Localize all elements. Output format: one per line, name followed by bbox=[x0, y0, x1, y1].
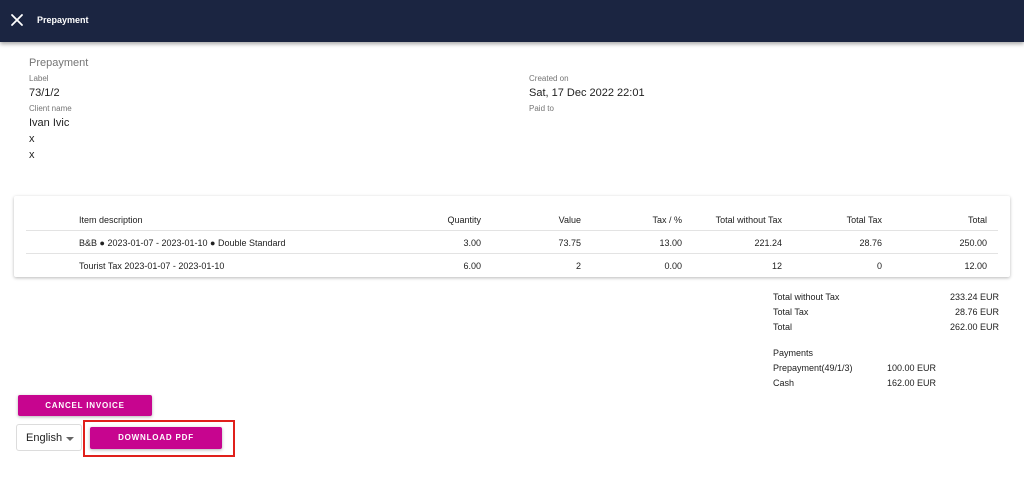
payment-label: Prepayment(49/1/3) bbox=[773, 363, 853, 373]
table-header-row: Item description Quantity Value Tax / % … bbox=[26, 209, 998, 231]
label-value: 73/1/2 bbox=[29, 87, 60, 99]
item-total-without-tax: 221.24 bbox=[754, 238, 782, 248]
table-row: B&B ● 2023-01-07 - 2023-01-10 ● Double S… bbox=[26, 232, 998, 254]
item-quantity: 6.00 bbox=[463, 261, 481, 271]
column-header: Tax / % bbox=[652, 215, 682, 225]
item-description: Tourist Tax 2023-01-07 - 2023-01-10 bbox=[79, 261, 225, 271]
item-total-tax: 0 bbox=[876, 261, 882, 271]
payment-row: Cash 162.00 EUR bbox=[773, 376, 943, 391]
created-on-caption: Created on bbox=[529, 74, 569, 83]
download-pdf-button[interactable]: DOWNLOAD PDF bbox=[90, 427, 222, 449]
language-selected-value: English bbox=[26, 432, 63, 444]
label-caption: Label bbox=[29, 74, 49, 83]
payment-value: 100.00 EUR bbox=[887, 363, 937, 373]
column-header: Total bbox=[967, 215, 987, 225]
page-title: Prepayment bbox=[37, 15, 89, 25]
payments-title-row: Payments bbox=[773, 346, 943, 361]
column-header: Value bbox=[558, 215, 581, 225]
client-name-value: Ivan Ivic bbox=[29, 117, 70, 129]
app-header: Prepayment bbox=[0, 0, 1024, 42]
item-total: 12.00 bbox=[964, 261, 987, 271]
item-quantity: 3.00 bbox=[463, 238, 481, 248]
totals-row: Total 262.00 EUR bbox=[773, 320, 999, 335]
column-header: Quantity bbox=[447, 215, 481, 225]
client-name-caption: Client name bbox=[29, 104, 72, 113]
section-title: Prepayment bbox=[29, 57, 89, 69]
table-row: Tourist Tax 2023-01-07 - 2023-01-10 6.00… bbox=[26, 255, 998, 277]
item-description: B&B ● 2023-01-07 - 2023-01-10 ● Double S… bbox=[79, 238, 286, 248]
paid-to-caption: Paid to bbox=[529, 104, 554, 113]
item-tax-percent: 13.00 bbox=[659, 238, 682, 248]
column-header: Total without Tax bbox=[715, 215, 782, 225]
totals-row: Total without Tax 233.24 EUR bbox=[773, 290, 999, 305]
column-header: Item description bbox=[79, 215, 143, 225]
item-value: 73.75 bbox=[558, 238, 581, 248]
item-value: 2 bbox=[575, 261, 581, 271]
totals-label: Total bbox=[773, 322, 793, 332]
close-icon[interactable] bbox=[8, 11, 26, 29]
column-header: Total Tax bbox=[846, 215, 882, 225]
client-address-line: x bbox=[29, 133, 35, 145]
payment-row: Prepayment(49/1/3) 100.00 EUR bbox=[773, 361, 943, 376]
chevron-down-icon bbox=[66, 437, 74, 441]
item-tax-percent: 0.00 bbox=[664, 261, 682, 271]
payments-title: Payments bbox=[773, 348, 814, 358]
invoice-items-table: Item description Quantity Value Tax / % … bbox=[14, 196, 1010, 277]
language-select[interactable]: English bbox=[16, 424, 82, 451]
payment-value: 162.00 EUR bbox=[887, 378, 937, 388]
totals-value: 28.76 EUR bbox=[954, 307, 999, 317]
totals-label: Total without Tax bbox=[773, 292, 840, 302]
totals-row: Total Tax 28.76 EUR bbox=[773, 305, 999, 320]
client-address-line: x bbox=[29, 149, 35, 161]
created-on-value: Sat, 17 Dec 2022 22:01 bbox=[529, 87, 645, 99]
item-total: 250.00 bbox=[959, 238, 987, 248]
cancel-invoice-button[interactable]: CANCEL INVOICE bbox=[18, 395, 152, 416]
totals-value: 233.24 EUR bbox=[949, 292, 999, 302]
payment-label: Cash bbox=[773, 378, 795, 388]
item-total-without-tax: 12 bbox=[771, 261, 782, 271]
totals-label: Total Tax bbox=[773, 307, 809, 317]
item-total-tax: 28.76 bbox=[859, 238, 882, 248]
totals-value: 262.00 EUR bbox=[949, 322, 999, 332]
